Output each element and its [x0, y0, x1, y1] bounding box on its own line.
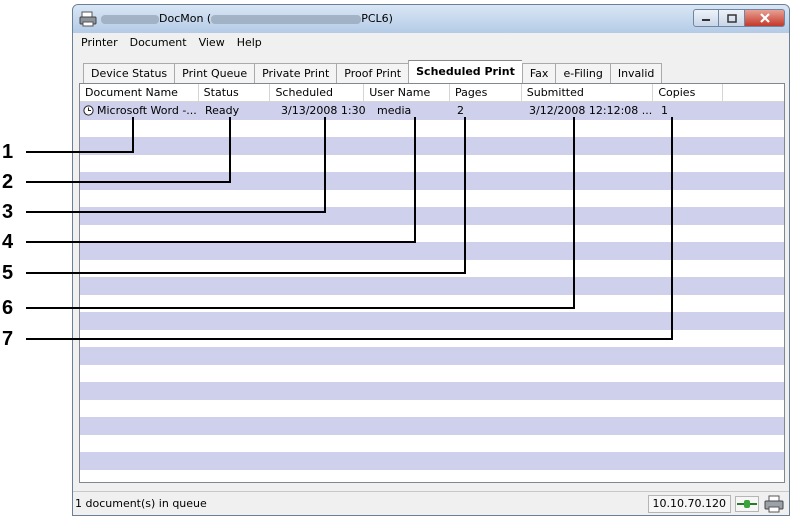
- tab-proof-print[interactable]: Proof Print: [336, 63, 409, 83]
- empty-row: [80, 417, 784, 435]
- menu-printer[interactable]: Printer: [75, 36, 124, 49]
- printer-status-icon: [764, 495, 784, 513]
- close-button[interactable]: [745, 9, 785, 27]
- window-title: DocMon ( PCL6): [101, 12, 393, 25]
- title-suffix: PCL6): [361, 12, 393, 25]
- document-name-text: Microsoft Word -...: [97, 104, 197, 117]
- empty-row: [80, 382, 784, 400]
- tab-device-status[interactable]: Device Status: [83, 63, 175, 83]
- cell-submitted: 3/12/2008 12:12:08 ...: [529, 104, 653, 117]
- title-prefix: DocMon (: [159, 12, 212, 25]
- menu-bar: Printer Document View Help: [73, 33, 789, 51]
- document-list[interactable]: Document Name Status Scheduled User Name…: [79, 83, 785, 483]
- empty-row: [80, 435, 784, 453]
- empty-row: [80, 225, 784, 243]
- main-content: Device Status Print Queue Private Print …: [73, 51, 789, 515]
- column-headers: Document Name Status Scheduled User Name…: [80, 84, 784, 102]
- tab-scheduled-print[interactable]: Scheduled Print: [408, 60, 522, 83]
- cell-user-name: media: [377, 104, 412, 117]
- redacted-text: [211, 14, 362, 24]
- maximize-button[interactable]: [719, 9, 745, 27]
- cell-copies: 1: [661, 104, 668, 117]
- empty-row: [80, 120, 784, 138]
- column-header-copies[interactable]: Copies: [653, 84, 724, 102]
- menu-view[interactable]: View: [193, 36, 231, 49]
- printer-ip-address: 10.10.70.120: [647, 495, 731, 513]
- printer-app-icon: [79, 11, 97, 27]
- tab-bar: Device Status Print Queue Private Print …: [83, 60, 663, 83]
- redacted-text: [101, 14, 159, 24]
- connection-icon: [735, 496, 759, 512]
- empty-row: [80, 242, 784, 260]
- callout-number-6: 6: [2, 297, 14, 319]
- empty-row: [80, 155, 784, 173]
- docmon-window: DocMon ( PCL6) Printer Document View Help…: [72, 4, 790, 516]
- window-controls: [693, 9, 785, 27]
- callout-number-7: 7: [2, 328, 14, 350]
- column-header-pages[interactable]: Pages: [450, 84, 522, 102]
- cell-pages: 2: [457, 104, 464, 117]
- close-icon: [759, 13, 770, 23]
- callout-number-1: 1: [2, 141, 14, 163]
- clock-icon: [83, 105, 94, 116]
- column-header-document-name[interactable]: Document Name: [80, 84, 199, 102]
- cell-scheduled: 3/13/2008 1:30:...: [281, 104, 365, 117]
- minimize-button[interactable]: [693, 9, 719, 27]
- tab-invalid[interactable]: Invalid: [609, 63, 663, 83]
- column-header-user-name[interactable]: User Name: [364, 84, 450, 102]
- empty-row: [80, 347, 784, 365]
- column-header-spacer: [723, 84, 784, 102]
- tab-print-queue[interactable]: Print Queue: [174, 63, 255, 83]
- title-bar[interactable]: DocMon ( PCL6): [73, 5, 789, 33]
- empty-row: [80, 365, 784, 383]
- table-rows: Microsoft Word -... Ready 3/13/2008 1:30…: [80, 102, 784, 483]
- callout-number-5: 5: [2, 262, 14, 284]
- empty-row: [80, 330, 784, 348]
- cell-document-name: Microsoft Word -...: [80, 102, 199, 120]
- cell-status: Ready: [205, 104, 240, 117]
- tab-e-filing[interactable]: e-Filing: [555, 63, 610, 83]
- empty-row: [80, 470, 784, 483]
- menu-help[interactable]: Help: [231, 36, 268, 49]
- tab-private-print[interactable]: Private Print: [254, 63, 337, 83]
- minimize-icon: [702, 19, 710, 21]
- menu-document[interactable]: Document: [124, 36, 193, 49]
- maximize-icon: [726, 13, 737, 23]
- empty-row: [80, 312, 784, 330]
- empty-row: [80, 207, 784, 225]
- empty-row: [80, 452, 784, 470]
- table-row[interactable]: Microsoft Word -... Ready 3/13/2008 1:30…: [80, 102, 784, 120]
- column-header-scheduled[interactable]: Scheduled: [270, 84, 365, 102]
- empty-row: [80, 190, 784, 208]
- status-bar: 1 document(s) in queue 10.10.70.120: [73, 491, 789, 515]
- empty-row: [80, 400, 784, 418]
- empty-row: [80, 172, 784, 190]
- callout-number-4: 4: [2, 231, 14, 253]
- column-header-status[interactable]: Status: [199, 84, 271, 102]
- column-header-submitted[interactable]: Submitted: [522, 84, 654, 102]
- callout-number-3: 3: [2, 201, 14, 223]
- empty-row: [80, 260, 784, 278]
- empty-row: [80, 295, 784, 313]
- empty-row: [80, 277, 784, 295]
- callout-number-2: 2: [2, 171, 14, 193]
- empty-row: [80, 137, 784, 155]
- tab-fax[interactable]: Fax: [521, 63, 556, 83]
- queue-count-text: 1 document(s) in queue: [75, 497, 207, 510]
